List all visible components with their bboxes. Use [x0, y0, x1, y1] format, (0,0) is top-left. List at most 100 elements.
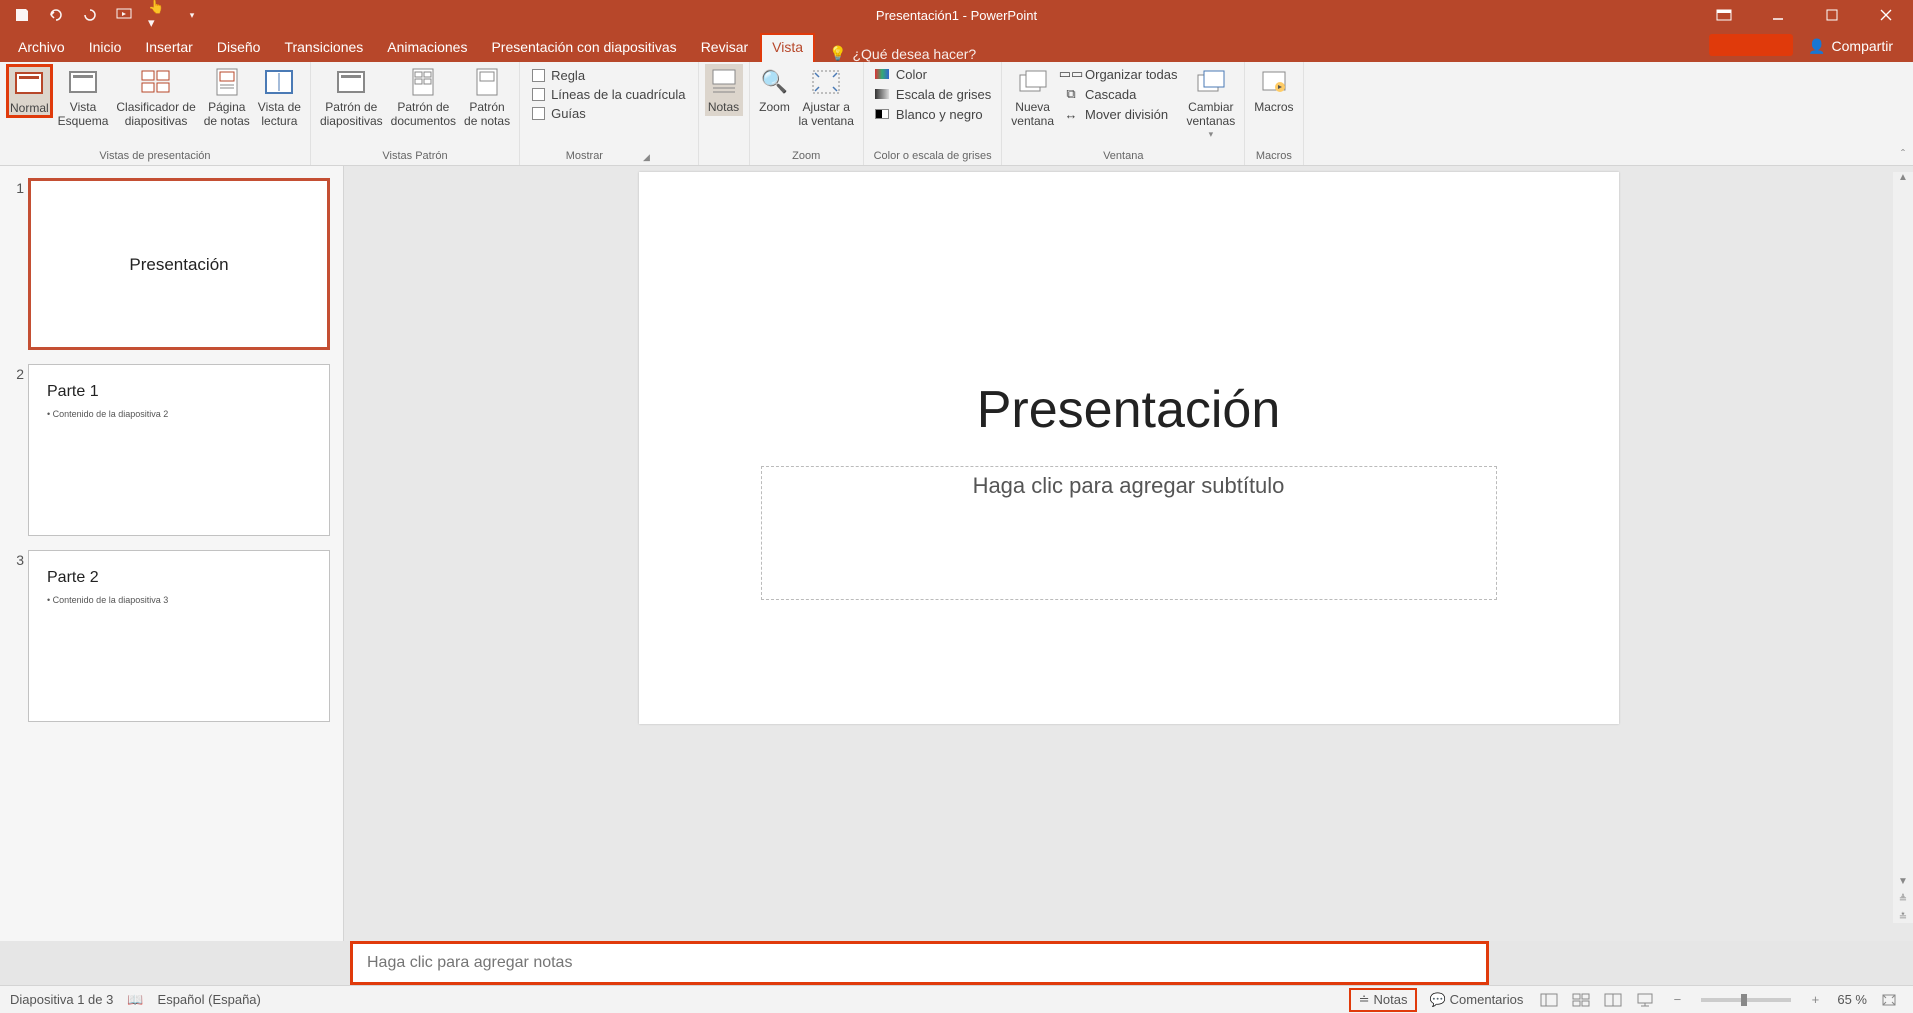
status-bar: Diapositiva 1 de 3 📖 Español (España) ≐ …: [0, 985, 1913, 1013]
tab-slideshow[interactable]: Presentación con diapositivas: [479, 33, 688, 62]
view-reading-button[interactable]: Vista de lectura: [255, 64, 304, 131]
color-button[interactable]: Color: [874, 66, 991, 82]
comments-icon: 💬: [1429, 992, 1445, 1008]
slide-counter[interactable]: Diapositiva 1 de 3: [10, 992, 113, 1007]
group-show-label: Mostrar: [566, 148, 603, 163]
show-dialog-launcher[interactable]: ◢: [643, 152, 650, 163]
ribbon-display-options-icon[interactable]: [1697, 0, 1751, 30]
grayscale-button[interactable]: Escala de grises: [874, 86, 991, 102]
status-comments-button[interactable]: 💬 Comentarios: [1421, 990, 1531, 1010]
notes-toggle-button[interactable]: Notas: [705, 64, 743, 116]
thumb-title: Parte 2: [47, 569, 311, 587]
slide-thumbnail-pane[interactable]: 1 Presentación 2 Parte 1 • Contenido de …: [0, 166, 344, 941]
scroll-down-icon[interactable]: ▼: [1893, 876, 1913, 887]
normal-view-icon[interactable]: [1535, 989, 1563, 1011]
zoom-slider-thumb[interactable]: [1741, 994, 1747, 1006]
group-show: Regla Líneas de la cuadrícula Guías Most…: [520, 62, 698, 165]
view-notes-page-button[interactable]: Página de notas: [201, 64, 253, 131]
minimize-button[interactable]: [1751, 0, 1805, 30]
guides-checkbox[interactable]: Guías: [532, 106, 685, 121]
touch-mode-icon[interactable]: 👆▾: [148, 5, 168, 25]
fit-to-window-icon[interactable]: [1875, 989, 1903, 1011]
view-outline-label: Vista Esquema: [58, 100, 109, 129]
view-normal-button[interactable]: Normal: [6, 64, 53, 118]
close-button[interactable]: [1859, 0, 1913, 30]
tab-view[interactable]: Vista: [760, 33, 815, 62]
maximize-button[interactable]: [1805, 0, 1859, 30]
notes-master-button[interactable]: Patrón de notas: [461, 64, 513, 131]
scroll-up-icon[interactable]: ▲: [1893, 172, 1913, 190]
bw-button[interactable]: Blanco y negro: [874, 106, 991, 122]
ribbon-tabs: Archivo Inicio Insertar Diseño Transicio…: [0, 30, 1913, 62]
quick-access-toolbar: 👆▾ ▾: [0, 5, 202, 25]
save-icon[interactable]: [12, 5, 32, 25]
switch-windows-button[interactable]: Cambiar ventanas ▾: [1184, 64, 1239, 142]
cascade-button[interactable]: ⧉Cascada: [1063, 86, 1178, 102]
status-notes-button[interactable]: ≐ Notas: [1349, 988, 1418, 1012]
gridlines-checkbox[interactable]: Líneas de la cuadrícula: [532, 87, 685, 102]
thumb-bullet: • Contenido de la diapositiva 2: [47, 409, 311, 419]
tab-review[interactable]: Revisar: [689, 33, 760, 62]
group-macros: Macros Macros: [1245, 62, 1303, 165]
guides-label: Guías: [551, 106, 586, 121]
tell-me-search[interactable]: 💡 ¿Qué desea hacer?: [815, 45, 976, 62]
handout-master-button[interactable]: Patrón de documentos: [388, 64, 459, 131]
reading-view-icon[interactable]: [1599, 989, 1627, 1011]
sorter-view-icon[interactable]: [1567, 989, 1595, 1011]
group-macros-label: Macros: [1251, 148, 1296, 163]
subtitle-placeholder-box[interactable]: Haga clic para agregar subtítulo: [761, 466, 1497, 600]
thumb-title: Presentación: [49, 255, 309, 275]
language-indicator[interactable]: Español (España): [158, 992, 261, 1007]
tab-animations[interactable]: Animaciones: [375, 33, 479, 62]
slideshow-view-icon[interactable]: [1631, 989, 1659, 1011]
macros-button[interactable]: Macros: [1251, 64, 1296, 116]
tab-design[interactable]: Diseño: [205, 33, 273, 62]
next-slide-icon[interactable]: ≛: [1893, 912, 1913, 923]
qat-customize-icon[interactable]: ▾: [182, 5, 202, 25]
new-window-button[interactable]: Nueva ventana: [1008, 64, 1057, 131]
slide-canvas[interactable]: Presentación Haga clic para agregar subt…: [639, 172, 1619, 724]
group-presentation-views: Normal Vista Esquema Clasificador de dia…: [0, 62, 311, 165]
prev-slide-icon[interactable]: ≜: [1893, 894, 1913, 905]
undo-icon[interactable]: [46, 5, 66, 25]
tab-file[interactable]: Archivo: [6, 33, 77, 62]
zoom-slider[interactable]: [1701, 998, 1791, 1002]
spell-check-icon[interactable]: 📖: [127, 992, 143, 1008]
slide-thumbnail-2[interactable]: Parte 1 • Contenido de la diapositiva 2: [28, 364, 330, 536]
subtitle-placeholder-text: Haga clic para agregar subtítulo: [762, 473, 1496, 499]
notes-input[interactable]: [367, 954, 1472, 972]
zoom-out-button[interactable]: −: [1663, 989, 1691, 1011]
vertical-scrollbar[interactable]: ▲ ▼ ≜ ≛: [1893, 172, 1913, 923]
thumbnail-row: 2 Parte 1 • Contenido de la diapositiva …: [6, 364, 343, 536]
switch-windows-label: Cambiar ventanas: [1187, 100, 1236, 129]
arrange-all-button[interactable]: ▭▭Organizar todas: [1063, 66, 1178, 82]
notes-pane[interactable]: [350, 941, 1489, 985]
zoom-button[interactable]: 🔍 Zoom: [756, 64, 794, 116]
sign-in-button[interactable]: [1709, 34, 1793, 56]
zoom-in-button[interactable]: +: [1801, 989, 1829, 1011]
slide-thumbnail-1[interactable]: Presentación: [28, 178, 330, 350]
view-reading-label: Vista de lectura: [258, 100, 301, 129]
redo-icon[interactable]: [80, 5, 100, 25]
start-slideshow-icon[interactable]: [114, 5, 134, 25]
grayscale-label: Escala de grises: [896, 87, 991, 102]
view-slide-sorter-button[interactable]: Clasificador de diapositivas: [113, 64, 198, 131]
group-window: Nueva ventana ▭▭Organizar todas ⧉Cascada…: [1002, 62, 1245, 165]
slide-thumbnail-3[interactable]: Parte 2 • Contenido de la diapositiva 3: [28, 550, 330, 722]
slide-edit-area: Presentación Haga clic para agregar subt…: [344, 166, 1913, 941]
tab-home[interactable]: Inicio: [77, 33, 134, 62]
view-normal-label: Normal: [10, 101, 49, 115]
fit-to-window-button[interactable]: Ajustar a la ventana: [796, 64, 857, 131]
slide-master-button[interactable]: Patrón de diapositivas: [317, 64, 386, 131]
zoom-percentage[interactable]: 65 %: [1837, 992, 1867, 1007]
view-outline-button[interactable]: Vista Esquema: [55, 64, 112, 131]
title-bar: 👆▾ ▾ Presentación1 - PowerPoint: [0, 0, 1913, 30]
view-notes-page-label: Página de notas: [204, 100, 250, 129]
slide-title-text[interactable]: Presentación: [639, 380, 1619, 440]
collapse-ribbon-icon[interactable]: ˆ: [1901, 147, 1905, 161]
move-split-button[interactable]: ↔Mover división: [1063, 106, 1178, 122]
ruler-checkbox[interactable]: Regla: [532, 68, 685, 83]
tab-transitions[interactable]: Transiciones: [272, 33, 375, 62]
share-button[interactable]: 👤 Compartir: [1796, 30, 1905, 62]
tab-insert[interactable]: Insertar: [133, 33, 204, 62]
